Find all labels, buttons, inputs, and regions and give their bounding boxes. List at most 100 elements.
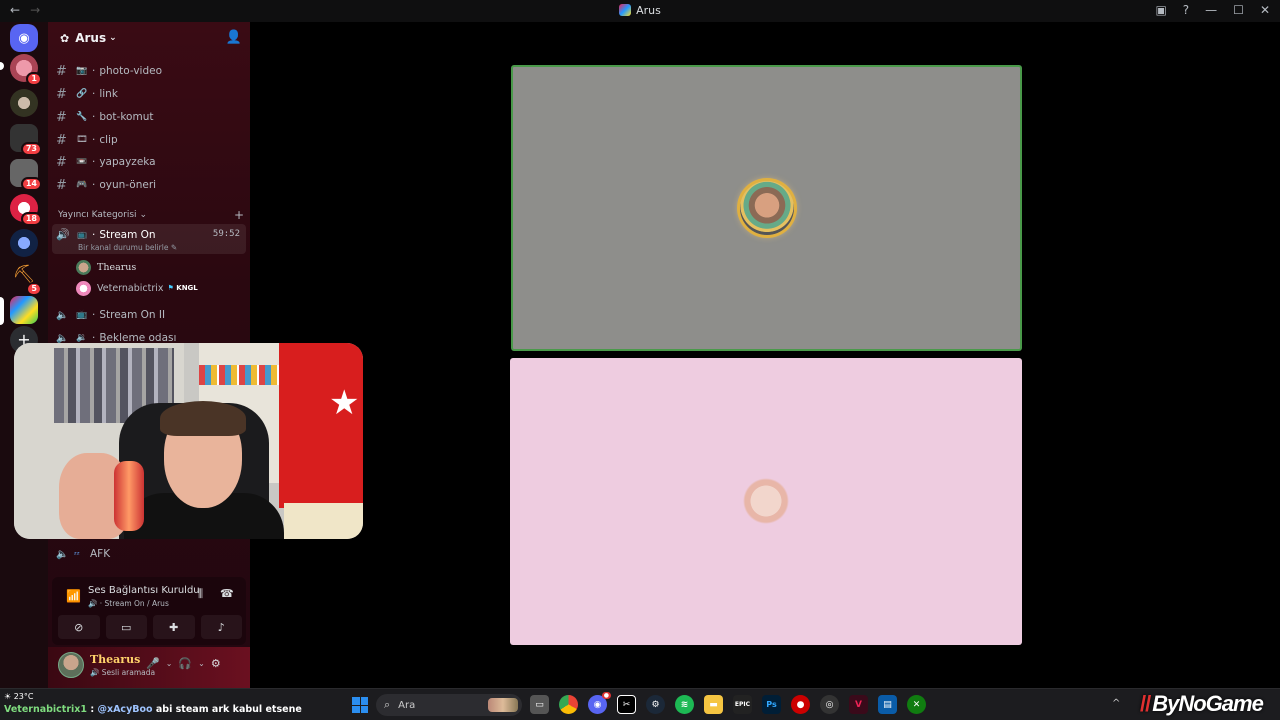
channel-emoji: 🔧 — [76, 112, 88, 122]
tray-overflow-icon[interactable]: ^ — [1112, 698, 1120, 709]
channel-yapayzeka[interactable]: # 📼 · yapayzeka — [56, 152, 246, 172]
webcam-desk — [284, 503, 363, 539]
chrome-icon[interactable] — [559, 695, 578, 714]
star-icon: ★ — [329, 383, 360, 423]
title-bar: ← → Arus ▣ ? — ☐ ✕ — [0, 0, 1280, 22]
server-icon-4[interactable]: 14 — [10, 159, 42, 191]
unread-pill — [0, 62, 4, 70]
signal-icon[interactable]: 📶 — [66, 589, 81, 603]
channel-clip[interactable]: # 🎞 · clip — [56, 130, 246, 150]
camera-off-button[interactable]: ⊘ — [58, 615, 100, 639]
valorant-icon[interactable]: V — [849, 695, 868, 714]
brand-logo-icon: // — [1140, 691, 1151, 716]
weather-widget[interactable]: ☀ 23°C — [4, 692, 33, 701]
hash-icon: # — [56, 132, 67, 148]
speaker-icon: 🔈 — [56, 548, 69, 560]
windows-start-icon[interactable] — [352, 697, 368, 713]
channel-oyun-oneri[interactable]: # 🎮 · oyun-öneri — [56, 175, 246, 195]
discord-icon[interactable]: ◉ ● — [588, 692, 611, 714]
server-icon-arus[interactable] — [10, 296, 38, 324]
minimize-button[interactable]: — — [1205, 3, 1217, 17]
create-channel-icon[interactable]: + — [234, 208, 244, 222]
xbox-icon[interactable]: ✕ — [907, 695, 926, 714]
voice-user[interactable]: Thearus — [76, 257, 136, 277]
server-icon-3[interactable]: 73 — [10, 124, 42, 156]
badge: 73 — [20, 142, 42, 156]
server-header[interactable]: ✿ Arus ⌄ 👤 — [48, 22, 250, 54]
chat-user: Veternabictrix1 — [4, 704, 88, 715]
user-panel: Thearus 🔊 Sesli aramada 🎤 ⌄ 🎧 ⌄ ⚙ — [48, 647, 250, 688]
photoshop-icon[interactable]: Ps — [762, 695, 781, 714]
window-title: Arus — [0, 4, 1280, 17]
category-header[interactable]: Yayıncı Kategorisi ⌄ + — [58, 208, 244, 222]
maximize-button[interactable]: ☐ — [1233, 3, 1244, 17]
server-icon-5[interactable]: 18 — [10, 194, 42, 226]
discord-home-icon[interactable]: ◉ — [10, 24, 38, 52]
channel-photo-video[interactable]: # 📷 · photo-video — [56, 61, 246, 81]
steam-icon[interactable]: ⚙ — [646, 695, 665, 714]
badge: 5 — [26, 282, 42, 296]
noise-suppression-icon[interactable]: ⫼ — [198, 587, 203, 601]
monitor-app-icon[interactable]: ▤ — [878, 695, 897, 714]
chevron-down-icon[interactable]: ⌄ — [166, 659, 173, 668]
server-icon-2[interactable] — [10, 89, 38, 117]
channel-bot-komut[interactable]: # 🔧 · bot-komut — [56, 107, 246, 127]
brand-watermark: //ByNoGame — [1140, 691, 1264, 716]
server-icon-dm[interactable]: 1 — [10, 54, 42, 86]
spotify-icon[interactable]: ≋ — [675, 695, 694, 714]
avatar — [76, 259, 91, 275]
channel-name: clip — [99, 134, 118, 146]
voice-connection-panel: 📶 Ses Bağlantısı Kuruldu 🔊 · Stream On /… — [52, 577, 246, 645]
pickaxe-server-icon[interactable]: ⛏ 5 — [10, 264, 42, 296]
avatar — [739, 474, 793, 528]
close-button[interactable]: ✕ — [1260, 3, 1270, 17]
help-icon[interactable]: ? — [1183, 3, 1189, 17]
activities-button[interactable]: ✚ — [153, 615, 195, 639]
user-name: Veternabictrix — [97, 282, 164, 294]
sleep-icon: ᶻᶻ — [74, 549, 80, 559]
add-member-icon[interactable]: 👤 — [226, 30, 242, 45]
channel-name: Stream On — [99, 228, 156, 241]
voice-channel-stream-on[interactable]: 🔊 📺 · Stream On 59:52 Bir kanal durumu beli… — [52, 224, 246, 254]
chevron-down-icon[interactable]: ⌄ — [198, 659, 205, 668]
channel-name: oyun-öneri — [99, 179, 157, 191]
channel-emoji: 📺 — [76, 310, 88, 320]
soundboard-button[interactable]: ♪ — [200, 615, 242, 639]
avatar[interactable] — [58, 652, 84, 678]
participant-tile[interactable] — [510, 358, 1022, 645]
headphones-icon[interactable]: 🎧 — [178, 657, 192, 670]
participant-tile-speaking[interactable] — [511, 65, 1022, 351]
file-explorer-icon[interactable]: ▬ — [704, 695, 723, 714]
channel-name: Stream On II — [99, 309, 166, 321]
settings-gear-icon[interactable]: ⚙ — [211, 657, 221, 670]
connection-channel[interactable]: 🔊 · Stream On / Arus — [88, 599, 169, 608]
epic-games-icon[interactable]: EPIC — [733, 695, 752, 714]
microphone-icon[interactable]: 🎤 — [146, 657, 160, 670]
search-highlight-image — [488, 698, 518, 712]
notification-badge-icon: ● — [601, 692, 611, 699]
channel-name: AFK — [90, 548, 111, 560]
hash-icon: # — [56, 109, 67, 125]
obs-icon[interactable]: ◎ — [820, 695, 839, 714]
chat-mention: @xAcyBoo — [97, 704, 153, 715]
record-app-icon[interactable]: ● — [791, 695, 810, 714]
chevron-down-icon: ⌄ — [139, 210, 147, 220]
task-view-icon[interactable]: ▭ — [530, 695, 549, 714]
screen-share-button[interactable]: ▭ — [105, 615, 147, 639]
taskbar: ☀ 23°C Veternabictrix1 : @xAcyBoo abi st… — [0, 688, 1280, 720]
search-input[interactable]: ⌕ Ara — [376, 694, 522, 716]
tag-icon: ⚑ — [167, 284, 174, 292]
voice-channel-stream-on-ii[interactable]: 🔈 📺 · Stream On II — [56, 305, 246, 325]
search-placeholder: Ara — [398, 699, 416, 711]
disconnect-icon[interactable]: ☎ — [220, 587, 234, 600]
voice-channel-afk[interactable]: 🔈 ᶻᶻ AFK — [56, 544, 110, 564]
channel-status[interactable]: Bir kanal durumu belirle ✎ — [78, 243, 177, 252]
call-timer: 59:52 — [212, 229, 240, 239]
channel-link[interactable]: # 🔗 · link — [56, 84, 246, 104]
server-icon-6[interactable] — [10, 229, 38, 257]
voice-user[interactable]: Veternabictrix ⚑ KNGL — [76, 278, 198, 298]
inbox-icon[interactable]: ▣ — [1155, 3, 1166, 17]
capcut-icon[interactable]: ✂ — [617, 695, 636, 714]
guild-tag: ⚑ KNGL — [167, 284, 198, 292]
server-mini-icon — [619, 4, 632, 16]
